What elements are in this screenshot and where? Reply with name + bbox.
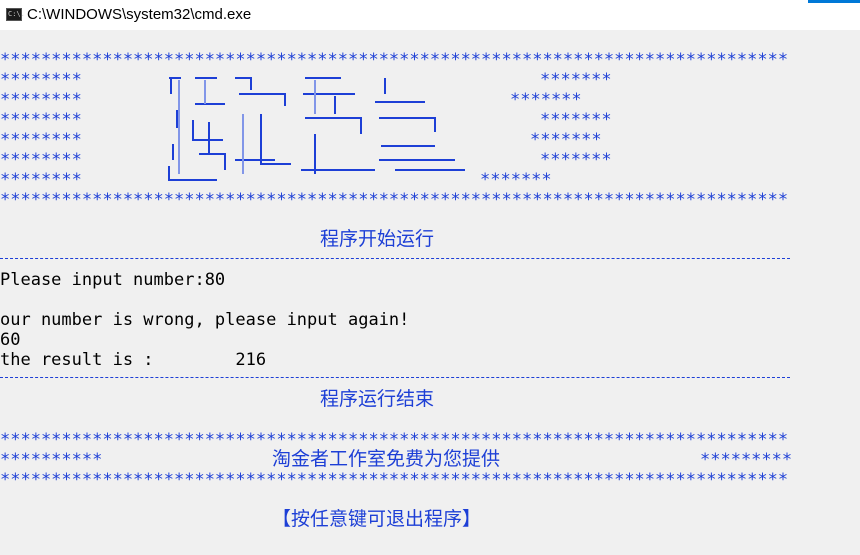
exit-prompt: 【按任意键可退出程序】 [272, 508, 482, 530]
input-prompt: Please input number:80 [0, 270, 226, 290]
footer-bottom-border: ****************************************… [0, 470, 789, 490]
divider-top [0, 258, 790, 259]
footer-right-stars: ********* [700, 450, 793, 470]
result-line: the result is : 216 [0, 350, 267, 370]
banner-right-stars: ******* [540, 110, 612, 130]
console-output[interactable]: ****************************************… [0, 30, 860, 555]
window-title: C:\WINDOWS\system32\cmd.exe [27, 6, 252, 23]
footer-top-border: ****************************************… [0, 430, 789, 450]
title-bar[interactable]: C:\. C:\WINDOWS\system32\cmd.exe [0, 0, 860, 30]
footer-message: 淘金者工作室免费为您提供 [272, 448, 501, 470]
banner-right-stars: ******* [540, 150, 612, 170]
banner-left-stars: ******** [0, 130, 82, 150]
divider-bottom [0, 377, 790, 378]
footer-left-stars: ********** [0, 450, 103, 470]
program-start-label: 程序开始运行 [320, 228, 435, 250]
banner-top-border: ****************************************… [0, 50, 789, 70]
banner-right-stars: ******* [530, 130, 602, 150]
program-end-label: 程序运行结束 [320, 388, 435, 410]
second-input: 60 [0, 330, 21, 350]
banner-right-stars: ******* [480, 170, 552, 190]
error-message: our number is wrong, please input again! [0, 310, 410, 330]
banner-left-stars: ******** [0, 150, 82, 170]
cmd-icon: C:\. [6, 8, 25, 21]
ascii-logo-art [168, 77, 465, 181]
banner-left-stars: ******** [0, 110, 82, 130]
banner-right-stars: ******* [540, 70, 612, 90]
banner-left-stars: ******** [0, 90, 82, 110]
banner-left-stars: ******** [0, 170, 82, 190]
banner-right-stars: ******* [510, 90, 582, 110]
close-button-edge[interactable] [808, 0, 860, 3]
banner-left-stars: ******** [0, 70, 82, 90]
banner-bottom-border: ****************************************… [0, 190, 789, 210]
